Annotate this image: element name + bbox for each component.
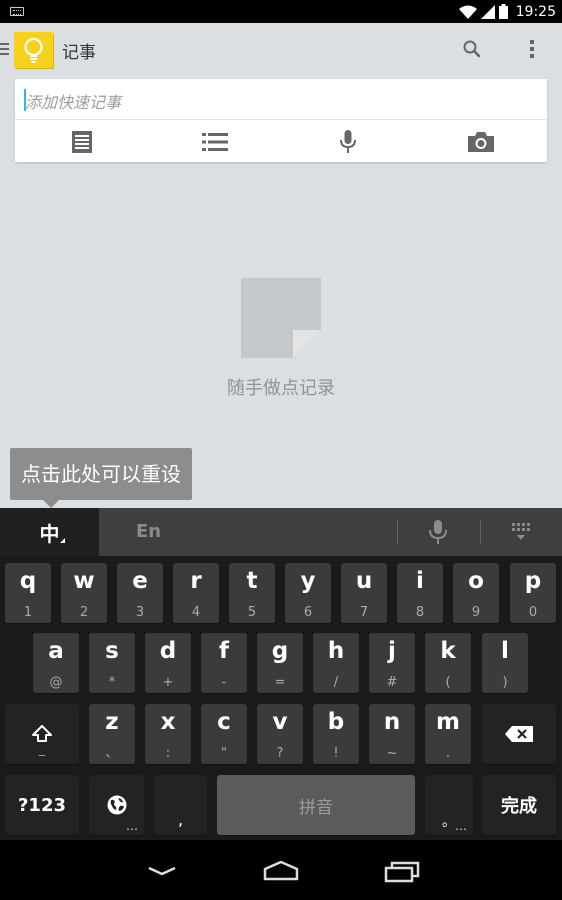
keyboard-hide-icon — [512, 523, 530, 540]
backspace-key[interactable] — [482, 704, 556, 764]
status-time: 19:25 — [515, 3, 556, 20]
key-d[interactable]: d + — [145, 633, 191, 693]
list-note-button[interactable] — [148, 121, 281, 162]
camera-icon — [467, 131, 494, 152]
globe-icon — [107, 795, 126, 815]
language-key[interactable]: … — [89, 775, 144, 835]
keyboard-icon — [10, 7, 24, 16]
key-a[interactable]: a @ — [33, 633, 79, 693]
key-y[interactable]: y6 — [285, 563, 331, 623]
chinese-mode-label: 中 — [39, 521, 60, 546]
backspace-icon — [505, 726, 533, 742]
reset-tooltip[interactable]: 点击此处可以重设 — [10, 448, 192, 508]
key-m[interactable]: m. — [425, 704, 471, 764]
search-icon[interactable] — [460, 37, 484, 61]
quick-note-placeholder: 添加快速记事 — [25, 93, 122, 112]
key-l[interactable]: l) — [482, 633, 528, 693]
notes-app: 记事 添加快速记事 随手做点记录 点击此处可以重设 — [0, 23, 562, 508]
empty-state-message: 随手做点记录 — [227, 378, 335, 399]
action-bar: 记事 — [0, 23, 562, 75]
key-h[interactable]: h / — [313, 633, 359, 693]
key-c[interactable]: c " — [201, 704, 247, 764]
key-u[interactable]: u7 — [341, 563, 387, 623]
key-w[interactable]: w2 — [61, 563, 107, 623]
shift-icon — [32, 725, 52, 742]
space-key[interactable]: 拼音 — [217, 775, 415, 835]
key-b[interactable]: b! — [313, 704, 359, 764]
done-key[interactable]: 完成 — [482, 775, 556, 835]
key-e[interactable]: e3 — [117, 563, 163, 623]
keyboard-top-bar: 中 En — [0, 508, 562, 556]
key-p[interactable]: p0 — [510, 563, 556, 623]
menu-icon[interactable] — [0, 43, 9, 55]
back-icon[interactable] — [146, 858, 178, 884]
photo-note-button[interactable] — [414, 121, 547, 162]
overflow-menu-icon[interactable] — [522, 37, 542, 61]
hide-keyboard-button[interactable] — [508, 522, 534, 542]
key-o[interactable]: o9 — [453, 563, 499, 623]
list-icon — [201, 132, 228, 151]
recent-apps-icon[interactable] — [384, 858, 420, 884]
voice-note-button[interactable] — [281, 121, 414, 162]
key-q[interactable]: q1 — [5, 563, 51, 623]
app-title: 记事 — [62, 43, 96, 63]
comma-key[interactable]: , — [154, 775, 207, 835]
key-k[interactable]: k( — [425, 633, 471, 693]
key-g[interactable]: g = — [257, 633, 303, 693]
keep-bulb-icon[interactable] — [14, 32, 53, 68]
microphone-icon — [429, 520, 447, 544]
navigation-bar — [0, 840, 562, 900]
key-n[interactable]: n ~ — [369, 704, 415, 764]
numbers-key[interactable]: ?123 — [5, 775, 79, 835]
empty-note-icon — [241, 278, 321, 358]
key-r[interactable]: r4 — [173, 563, 219, 623]
text-note-button[interactable] — [15, 121, 148, 162]
quick-note-card: 添加快速记事 — [15, 79, 547, 162]
text-note-icon — [71, 130, 92, 153]
key-j[interactable]: j # — [369, 633, 415, 693]
key-i[interactable]: i8 — [397, 563, 443, 623]
key-z[interactable]: z、 — [89, 704, 135, 764]
quick-note-input[interactable]: 添加快速记事 — [15, 79, 547, 120]
period-key[interactable]: 。 … — [425, 775, 473, 835]
home-icon[interactable] — [263, 858, 299, 884]
chinese-mode-tab[interactable]: 中 — [0, 508, 99, 556]
key-s[interactable]: s * — [89, 633, 135, 693]
ime-keyboard: 中 En q1 w2 e3 r4 t5 y6 u7 i 8 o 9 p 0 a … — [0, 508, 562, 840]
key-t[interactable]: t5 — [229, 563, 275, 623]
microphone-icon — [339, 129, 356, 153]
key-v[interactable]: v? — [257, 704, 303, 764]
shift-key[interactable]: _ — [5, 704, 79, 764]
battery-icon — [498, 4, 508, 19]
note-type-toolbar — [15, 121, 547, 162]
key-x[interactable]: x: — [145, 704, 191, 764]
status-bar: 19:25 — [0, 0, 562, 23]
english-mode-tab[interactable]: En — [136, 521, 161, 542]
key-f[interactable]: f- — [201, 633, 247, 693]
signal-icon — [480, 4, 495, 19]
wifi-icon — [458, 5, 477, 19]
keyboard-voice-button[interactable] — [426, 519, 450, 545]
